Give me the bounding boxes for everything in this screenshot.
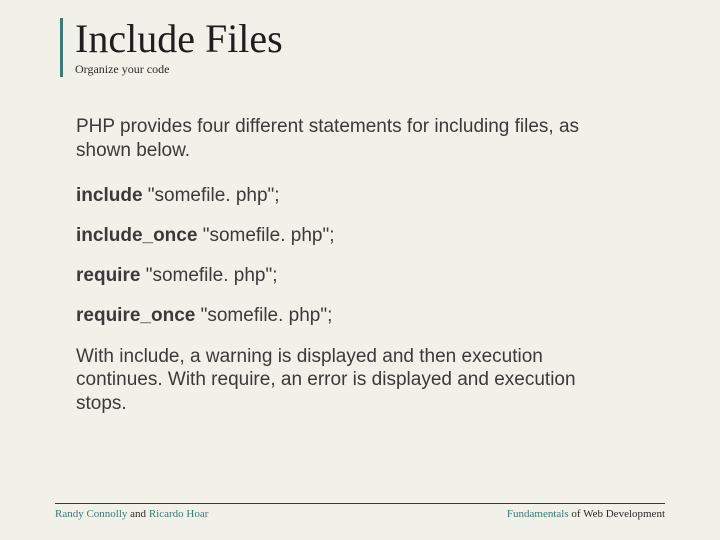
footer: Randy Connolly and Ricardo Hoar Fundamen… xyxy=(55,503,665,520)
footer-and: and xyxy=(127,508,148,520)
footer-right: Fundamentals of Web Development xyxy=(507,508,665,520)
author-1: Randy Connolly xyxy=(55,508,127,520)
code-rest: "somefile. php"; xyxy=(195,305,332,326)
book-rest: of Web Development xyxy=(569,508,665,520)
keyword: require xyxy=(76,265,140,286)
code-rest: "somefile. php"; xyxy=(140,265,277,286)
code-statement: include_once "somefile. php"; xyxy=(76,225,665,247)
slide-body: PHP provides four different statements f… xyxy=(60,115,665,416)
slide-title: Include Files xyxy=(75,18,665,60)
code-rest: "somefile. php"; xyxy=(197,225,334,246)
outro-text: With include, a warning is displayed and… xyxy=(76,345,596,416)
keyword: include xyxy=(76,185,143,206)
keyword: include_once xyxy=(76,225,197,246)
author-2: Ricardo Hoar xyxy=(149,508,209,520)
footer-rule xyxy=(55,503,665,504)
footer-left: Randy Connolly and Ricardo Hoar xyxy=(55,508,208,520)
title-block: Include Files Organize your code xyxy=(60,18,665,77)
footer-row: Randy Connolly and Ricardo Hoar Fundamen… xyxy=(55,508,665,520)
intro-text: PHP provides four different statements f… xyxy=(76,115,596,163)
keyword: require_once xyxy=(76,305,195,326)
slide: Include Files Organize your code PHP pro… xyxy=(0,0,720,540)
code-statement: require_once "somefile. php"; xyxy=(76,305,665,327)
code-statement: require "somefile. php"; xyxy=(76,265,665,287)
slide-subtitle: Organize your code xyxy=(75,62,665,77)
book-word1: Fundamentals xyxy=(507,508,569,520)
code-rest: "somefile. php"; xyxy=(143,185,280,206)
code-statement: include "somefile. php"; xyxy=(76,185,665,207)
